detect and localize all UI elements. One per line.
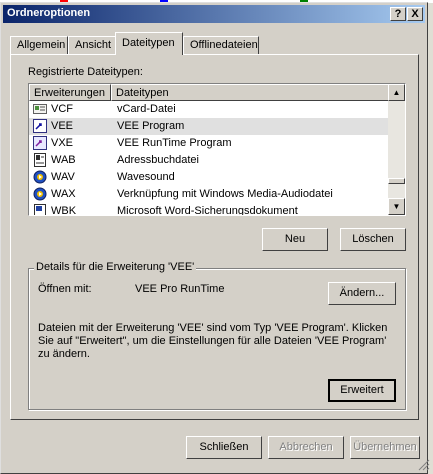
scroll-up-button[interactable]: ▲: [388, 84, 405, 101]
extension-cell: VCF: [51, 103, 73, 115]
vee-runtime-icon: [33, 136, 47, 150]
new-button[interactable]: Neu: [262, 228, 328, 251]
vee-program-icon: [33, 119, 47, 133]
list-item-selected[interactable]: VEE VEE Program: [29, 118, 389, 135]
list-item[interactable]: WAB Adressbuchdatei: [29, 152, 389, 169]
column-header-extensions[interactable]: Erweiterungen: [29, 84, 111, 101]
filetype-cell: Verknüpfung mit Windows Media-Audiodatei: [117, 188, 333, 200]
delete-button[interactable]: Löschen: [340, 228, 406, 251]
tab-ansicht[interactable]: Ansicht: [68, 36, 116, 54]
list-scrollbar[interactable]: ▲ ▼: [388, 84, 405, 215]
filetype-cell: VEE RunTime Program: [117, 137, 232, 149]
window-title: Ordneroptionen: [7, 7, 91, 19]
details-info-text: Dateien mit der Erweiterung 'VEE' sind v…: [38, 322, 388, 360]
list-item[interactable]: VCF vCard-Datei: [29, 101, 389, 118]
scroll-down-button[interactable]: ▼: [388, 198, 405, 215]
help-button[interactable]: ?: [390, 7, 406, 21]
extension-cell: WAX: [51, 188, 76, 200]
registered-filetypes-label: Registrierte Dateitypen:: [28, 66, 143, 78]
advanced-button[interactable]: Erweitert: [328, 379, 396, 402]
filetype-cell: vCard-Datei: [117, 103, 176, 115]
extension-cell: WAV: [51, 171, 75, 183]
media-player-icon: [33, 187, 47, 201]
close-window-button[interactable]: X: [407, 7, 423, 21]
open-with-value: VEE Pro RunTime: [135, 283, 225, 295]
change-button[interactable]: Ändern...: [328, 282, 396, 305]
vcard-icon: [33, 102, 47, 116]
list-item[interactable]: WBK Microsoft Word-Sicherungsdokument: [29, 203, 389, 216]
close-button[interactable]: Schließen: [186, 436, 262, 459]
extension-cell: VEE: [51, 120, 74, 132]
extension-cell: WBK: [51, 205, 77, 216]
extension-cell: WAB: [51, 154, 76, 166]
extension-cell: VXE: [51, 137, 74, 149]
tab-allgemein[interactable]: Allgemein: [10, 36, 68, 54]
tab-offlinedateien[interactable]: Offlinedateien: [183, 36, 259, 54]
apply-button[interactable]: Übernehmen: [350, 436, 420, 459]
list-item[interactable]: WAV Wavesound: [29, 169, 389, 186]
list-item[interactable]: VXE VEE RunTime Program: [29, 135, 389, 152]
details-group-title: Details für die Erweiterung 'VEE': [34, 261, 197, 273]
scroll-thumb[interactable]: [388, 178, 405, 184]
list-item[interactable]: WAX Verknüpfung mit Windows Media-Audiod…: [29, 186, 389, 203]
list-header: Erweiterungen Dateitypen: [29, 84, 389, 101]
title-bar[interactable]: Ordneroptionen ? X: [3, 5, 425, 23]
filetype-cell: Adressbuchdatei: [117, 154, 199, 166]
word-doc-icon: [33, 204, 47, 215]
filetype-cell: Microsoft Word-Sicherungsdokument: [117, 205, 298, 216]
media-player-icon: [33, 170, 47, 184]
filetype-list[interactable]: Erweiterungen Dateitypen VCF vCard-Datei…: [28, 83, 406, 216]
column-header-filetypes[interactable]: Dateitypen: [111, 84, 389, 101]
filetype-cell: VEE Program: [117, 120, 185, 132]
resize-grip-icon[interactable]: [418, 459, 430, 471]
filetype-cell: Wavesound: [117, 171, 175, 183]
open-with-label: Öffnen mit:: [38, 283, 92, 295]
tab-dateitypen[interactable]: Dateitypen: [115, 32, 183, 55]
cancel-button[interactable]: Abbrechen: [268, 436, 344, 459]
address-book-icon: [33, 153, 47, 167]
